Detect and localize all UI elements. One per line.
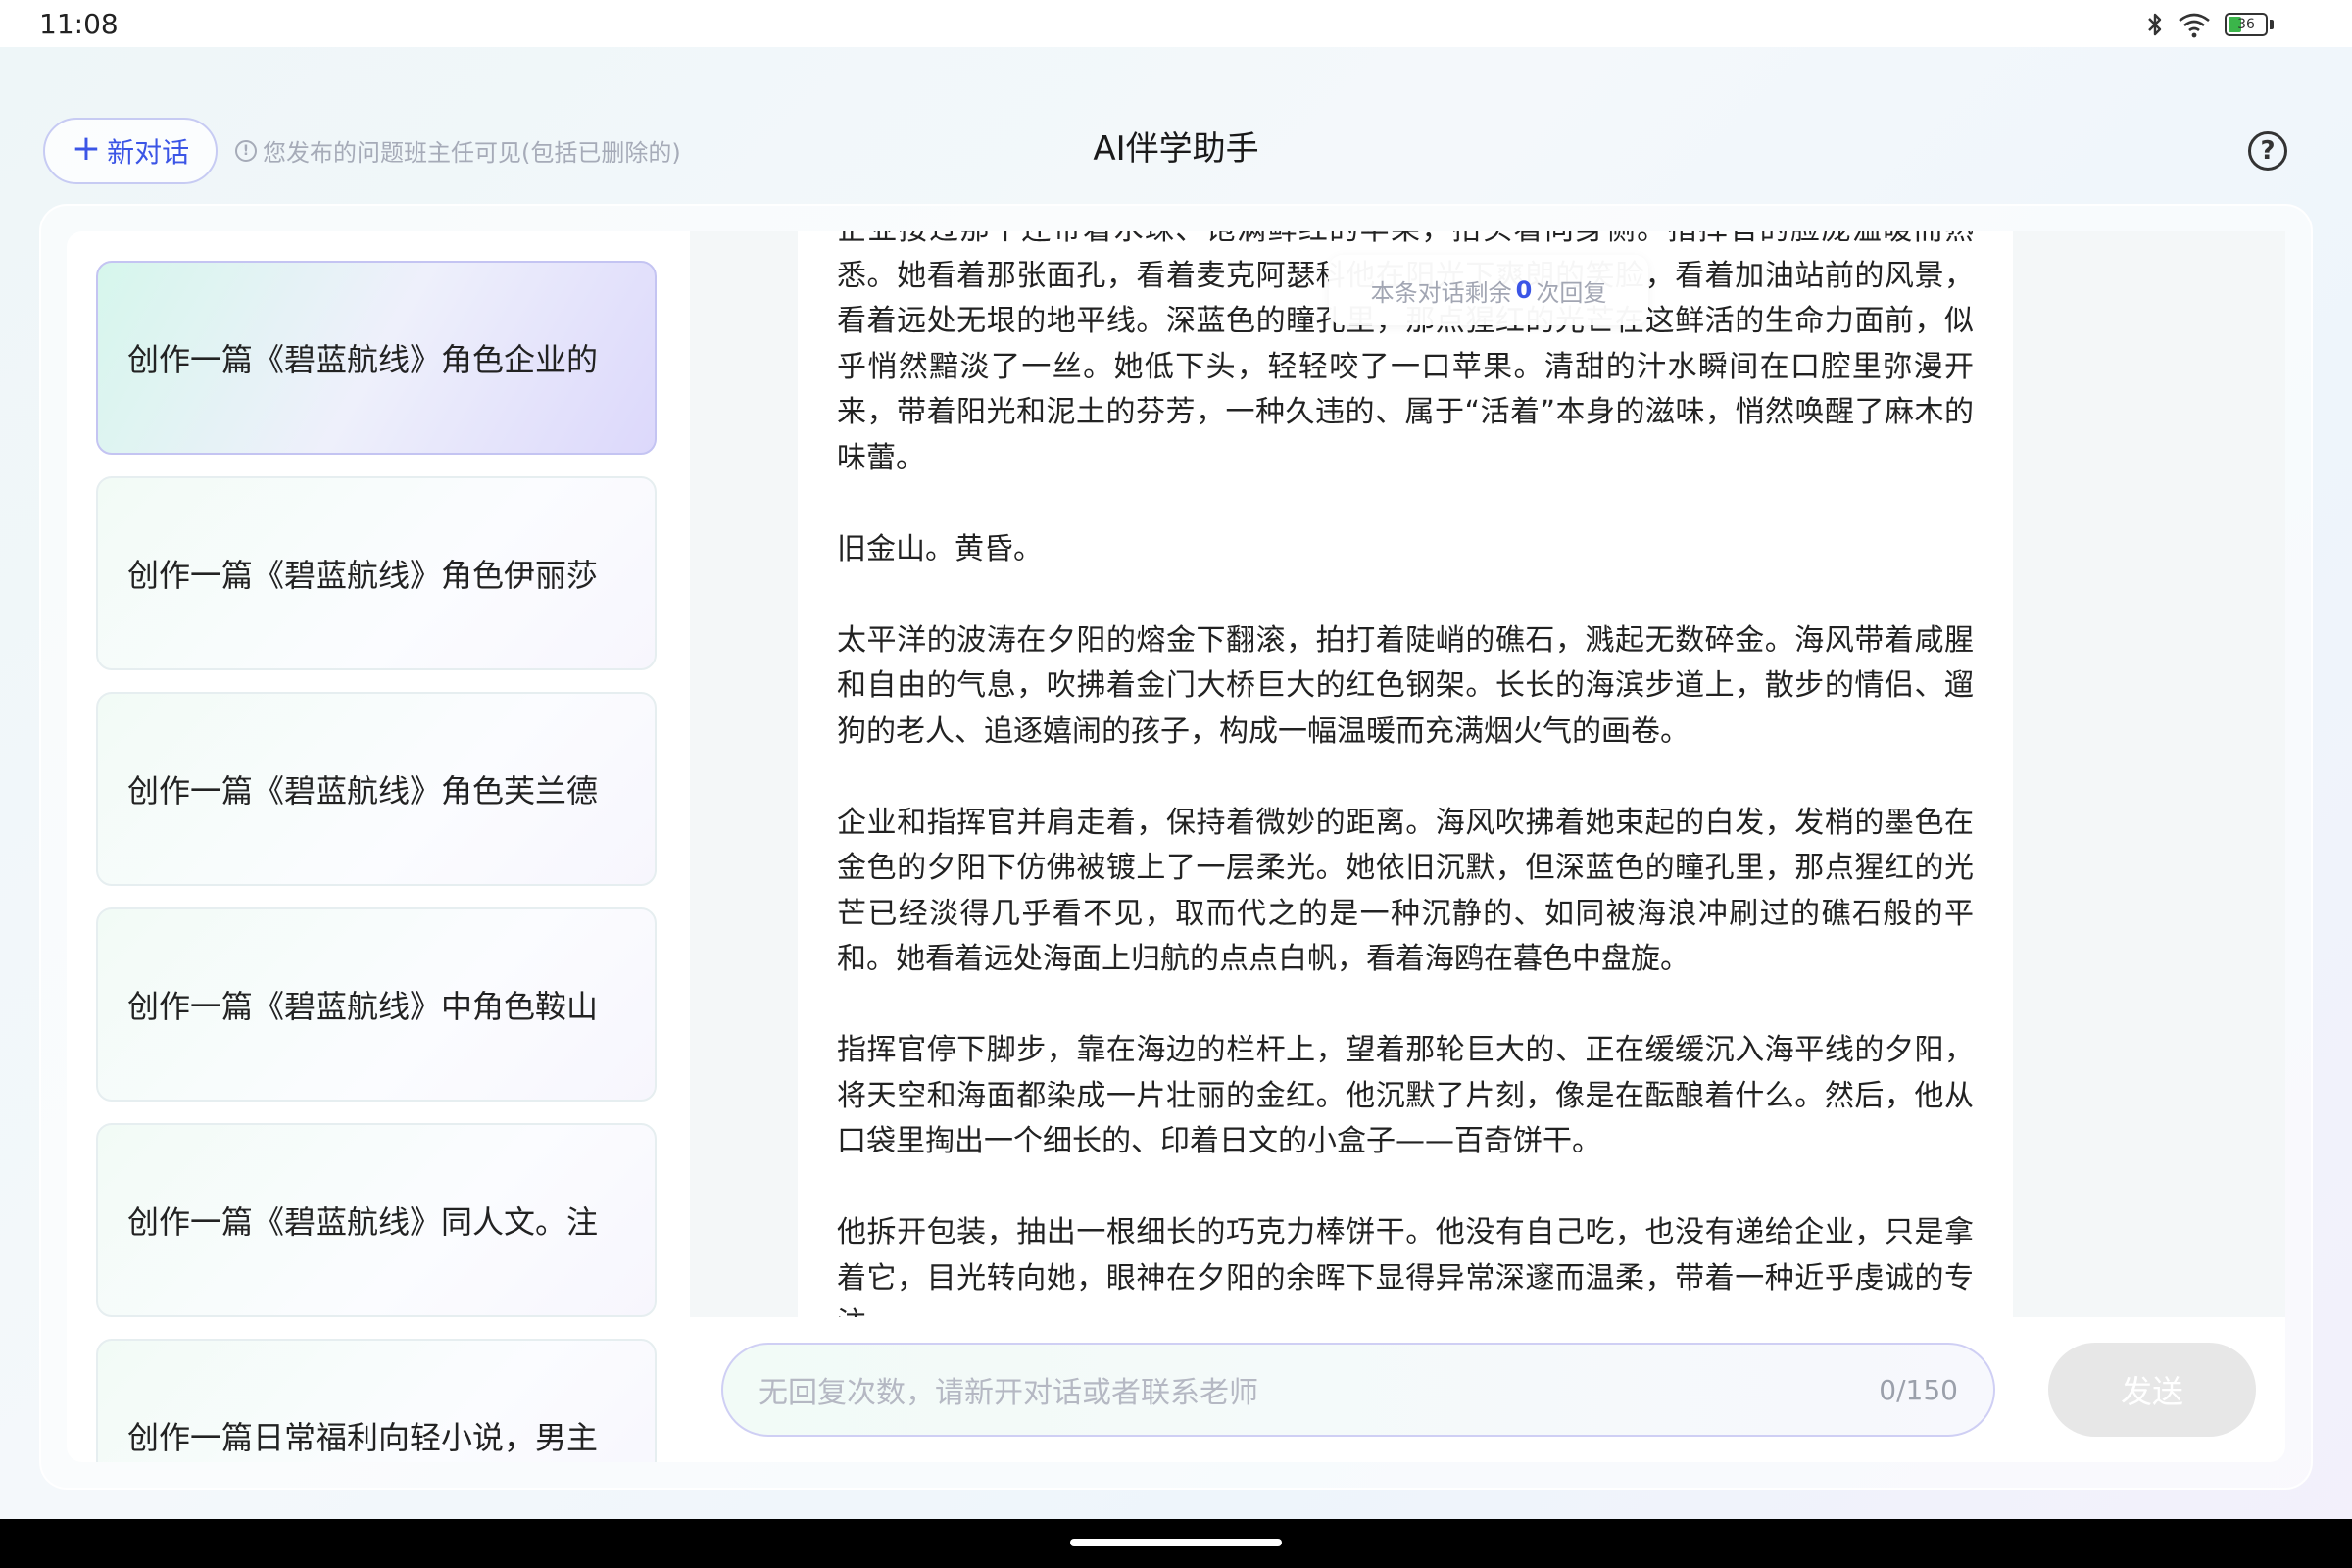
conversation-sidebar: 创作一篇《碧蓝航线》角色企业的 创作一篇《碧蓝航线》角色伊丽莎 创作一篇《碧蓝航… bbox=[67, 231, 690, 1462]
input-panel: 无回复次数，请新开对话或者联系老师 0/150 发送 bbox=[690, 1317, 2285, 1462]
help-icon[interactable]: ? bbox=[2248, 131, 2287, 171]
ai-message: 企业接过那个还带着水珠、饱满鲜红的苹果，抬头看向身侧。指挥官的脸庞温暖而熟悉。她… bbox=[798, 231, 2013, 1317]
status-bar: 11:08 36 bbox=[0, 0, 2352, 47]
conversation-item[interactable]: 创作一篇《碧蓝航线》角色企业的 bbox=[96, 261, 657, 455]
wifi-icon bbox=[2179, 13, 2210, 38]
conversation-item-label: 创作一篇《碧蓝航线》角色芙兰德 bbox=[127, 772, 599, 809]
conversation-item-label: 创作一篇《碧蓝航线》中角色鞍山 bbox=[127, 988, 599, 1025]
conversation-item[interactable]: 创作一篇《碧蓝航线》角色芙兰德 bbox=[96, 692, 657, 886]
conversation-item[interactable]: 创作一篇《碧蓝航线》角色伊丽莎 bbox=[96, 476, 657, 670]
send-button[interactable]: 发送 bbox=[2048, 1343, 2256, 1437]
conversation-item-label: 创作一篇日常福利向轻小说，男主 bbox=[127, 1419, 599, 1456]
battery-tip bbox=[2270, 20, 2274, 29]
battery-level: 36 bbox=[2237, 17, 2255, 32]
conversation-item-label: 创作一篇《碧蓝航线》同人文。注 bbox=[127, 1203, 599, 1241]
message-paragraph: 企业和指挥官并肩走着，保持着微妙的距离。海风吹拂着她束起的白发，发梢的墨色在金色… bbox=[837, 805, 1974, 977]
battery-icon: 36 bbox=[2225, 13, 2268, 36]
page-title: AI伴学助手 bbox=[1093, 129, 1259, 169]
navigation-bar bbox=[0, 1519, 2352, 1568]
message-paragraph: 旧金山。黄昏。 bbox=[837, 531, 1043, 566]
message-input[interactable]: 无回复次数，请新开对话或者联系老师 0/150 bbox=[721, 1343, 1995, 1437]
char-count: 0/150 bbox=[1879, 1373, 1958, 1406]
remaining-suffix: 次回复 bbox=[1536, 278, 1607, 307]
bluetooth-icon bbox=[2148, 13, 2162, 36]
home-indicator[interactable] bbox=[1070, 1539, 1282, 1546]
status-time: 11:08 bbox=[39, 8, 119, 40]
conversation-item[interactable]: 创作一篇《碧蓝航线》同人文。注 bbox=[96, 1123, 657, 1317]
message-paragraph: 太平洋的波涛在夕阳的熔金下翻滚，拍打着陡峭的礁石，溅起无数碎金。海风带着咸腥和自… bbox=[837, 622, 1974, 749]
remaining-replies-toast: 本条对话剩余 0 次回复 bbox=[1329, 255, 1648, 325]
message-paragraph: 他拆开包装，抽出一根细长的巧克力棒饼干。他没有自己吃，也没有递给企业，只是拿着它… bbox=[837, 1215, 1974, 1317]
message-paragraph: 指挥官停下脚步，靠在海边的栏杆上，望着那轮巨大的、正在缓缓沉入海平线的夕阳，将天… bbox=[837, 1033, 1974, 1158]
message-content: 企业接过那个还带着水珠、饱满鲜红的苹果，抬头看向身侧。指挥官的脸庞温暖而熟悉。她… bbox=[837, 231, 1974, 1317]
conversation-item-label: 创作一篇《碧蓝航线》角色伊丽莎 bbox=[127, 557, 599, 594]
status-icons: 36 bbox=[2146, 10, 2274, 39]
conversation-list: 创作一篇《碧蓝航线》角色企业的 创作一篇《碧蓝航线》角色伊丽莎 创作一篇《碧蓝航… bbox=[96, 261, 657, 1462]
conversation-item[interactable]: 创作一篇日常福利向轻小说，男主 bbox=[96, 1339, 657, 1462]
conversation-item-label: 创作一篇《碧蓝航线》角色企业的 bbox=[127, 341, 599, 378]
remaining-count: 0 bbox=[1515, 276, 1533, 304]
input-placeholder: 无回复次数，请新开对话或者联系老师 bbox=[759, 1376, 1258, 1410]
conversation-item[interactable]: 创作一篇《碧蓝航线》中角色鞍山 bbox=[96, 907, 657, 1102]
chat-area[interactable]: 企业接过那个还带着水珠、饱满鲜红的苹果，抬头看向身侧。指挥官的脸庞温暖而熟悉。她… bbox=[690, 231, 2285, 1317]
remaining-prefix: 本条对话剩余 bbox=[1370, 278, 1512, 307]
